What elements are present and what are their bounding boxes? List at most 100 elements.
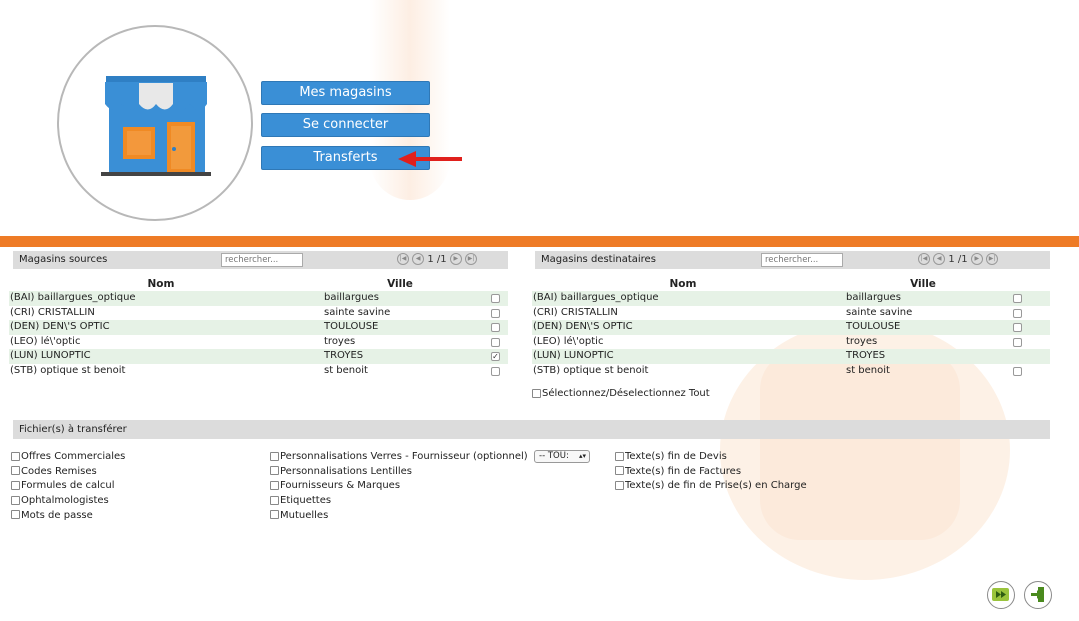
file-option-checkbox[interactable] bbox=[270, 495, 279, 505]
mes-magasins-button[interactable]: Mes magasins bbox=[261, 81, 430, 105]
file-option[interactable]: Fournisseurs & Marques bbox=[270, 479, 400, 494]
file-option-checkbox[interactable] bbox=[270, 510, 279, 520]
row-nom: (DEN) DEN\'S OPTIC bbox=[533, 321, 633, 333]
file-option-label: Fournisseurs & Marques bbox=[280, 480, 401, 492]
next-page-icon[interactable]: ▶ bbox=[449, 253, 462, 265]
row-nom: (LEO) lé\'optic bbox=[533, 335, 604, 347]
table-row: (BAI) baillargues_optique baillargues bbox=[9, 291, 508, 306]
table-row: (DEN) DEN\'S OPTIC TOULOUSE bbox=[532, 320, 1050, 335]
file-option[interactable]: Etiquettes bbox=[270, 494, 331, 509]
last-page-icon[interactable]: ▶| bbox=[986, 253, 999, 265]
file-option-checkbox[interactable] bbox=[11, 480, 20, 490]
file-option[interactable]: Texte(s) de fin de Prise(s) en Charge bbox=[615, 479, 807, 494]
row-checkbox[interactable] bbox=[1013, 367, 1022, 376]
file-option-checkbox[interactable] bbox=[11, 495, 20, 505]
file-option[interactable]: Codes Remises bbox=[11, 465, 97, 480]
file-option-label: Texte(s) fin de Factures bbox=[625, 465, 742, 477]
exit-button[interactable] bbox=[1024, 581, 1052, 609]
row-ville: troyes bbox=[324, 335, 356, 347]
file-option-label: Formules de calcul bbox=[21, 480, 115, 492]
row-checkbox[interactable] bbox=[491, 323, 500, 333]
tous-select-value: -- TOU: bbox=[539, 451, 569, 461]
file-option[interactable]: Texte(s) fin de Factures bbox=[615, 465, 741, 480]
row-nom: (CRI) CRISTALLIN bbox=[10, 306, 95, 318]
select-arrows-icon: ▴▾ bbox=[578, 452, 586, 460]
destinations-col-nom: Nom bbox=[669, 278, 697, 290]
sources-search-input[interactable] bbox=[221, 253, 303, 267]
file-option[interactable]: Mots de passe bbox=[11, 509, 93, 524]
sources-col-nom: Nom bbox=[147, 278, 175, 290]
select-all-checkbox[interactable] bbox=[532, 388, 541, 398]
row-checkbox[interactable] bbox=[1013, 337, 1022, 347]
row-checkbox[interactable] bbox=[1013, 323, 1022, 333]
table-row: (CRI) CRISTALLIN sainte savine bbox=[9, 306, 508, 321]
file-option[interactable]: Ophtalmologistes bbox=[11, 494, 109, 509]
table-row: (BAI) baillargues_optique baillargues bbox=[532, 291, 1050, 306]
select-all-option[interactable]: Sélectionnez/Déselectionnez Tout bbox=[532, 387, 710, 402]
file-option-checkbox[interactable] bbox=[615, 466, 624, 476]
file-option[interactable]: Texte(s) fin de Devis bbox=[615, 450, 727, 465]
file-option[interactable]: Mutuelles bbox=[270, 509, 328, 524]
row-checkbox[interactable] bbox=[491, 337, 500, 347]
se-connecter-button[interactable]: Se connecter bbox=[261, 113, 430, 137]
row-ville: TOULOUSE bbox=[324, 321, 379, 333]
row-nom: (BAI) baillargues_optique bbox=[10, 292, 136, 303]
row-ville: sainte savine bbox=[846, 306, 913, 318]
table-row: (STB) optique st benoit st benoit bbox=[532, 364, 1050, 379]
file-option[interactable]: Offres Commerciales bbox=[11, 450, 125, 465]
file-option-label: Personnalisations Verres - Fournisseur (… bbox=[280, 451, 528, 462]
row-ville: st benoit bbox=[324, 365, 368, 376]
first-page-icon[interactable]: |◀ bbox=[918, 253, 930, 265]
file-option-checkbox[interactable] bbox=[11, 451, 20, 461]
table-row: (LEO) lé\'optic troyes bbox=[532, 335, 1050, 350]
shop-logo bbox=[57, 25, 253, 221]
last-page-icon[interactable]: ▶| bbox=[465, 253, 478, 265]
row-checkbox[interactable] bbox=[491, 308, 500, 318]
sources-col-ville: Ville bbox=[387, 278, 413, 290]
tous-select[interactable]: -- TOU: ▴▾ bbox=[534, 450, 590, 463]
row-ville: sainte savine bbox=[324, 306, 391, 318]
next-page-icon[interactable]: ▶ bbox=[970, 253, 983, 265]
row-checkbox[interactable] bbox=[491, 367, 500, 376]
shop-icon bbox=[101, 76, 211, 176]
file-option[interactable]: Formules de calcul bbox=[11, 479, 115, 494]
file-option-checkbox[interactable] bbox=[615, 451, 624, 461]
table-row: (STB) optique st benoit st benoit bbox=[9, 364, 508, 379]
transfer-button[interactable] bbox=[987, 581, 1015, 609]
file-option-checkbox[interactable] bbox=[270, 480, 279, 490]
transfer-icon bbox=[992, 588, 1009, 601]
file-option[interactable]: Personnalisations Lentilles bbox=[270, 465, 412, 480]
row-checkbox[interactable] bbox=[1013, 294, 1022, 303]
table-row: (DEN) DEN\'S OPTIC TOULOUSE bbox=[9, 320, 508, 335]
destinations-col-ville: Ville bbox=[910, 278, 936, 290]
row-checkbox[interactable] bbox=[1013, 308, 1022, 318]
file-option-checkbox[interactable] bbox=[270, 466, 279, 476]
file-option-label: Personnalisations Lentilles bbox=[280, 465, 413, 477]
row-checkbox[interactable] bbox=[491, 294, 500, 303]
file-option-label: Texte(s) de fin de Prise(s) en Charge bbox=[625, 480, 807, 492]
orange-divider-bar bbox=[0, 236, 1079, 247]
file-option-checkbox[interactable] bbox=[270, 451, 279, 461]
first-page-icon[interactable]: |◀ bbox=[397, 253, 409, 265]
exit-icon bbox=[1031, 587, 1044, 602]
files-panel-header: Fichier(s) à transférer bbox=[13, 420, 1050, 439]
files-title: Fichier(s) à transférer bbox=[19, 424, 127, 435]
file-option-checkbox[interactable] bbox=[11, 466, 20, 476]
file-option-checkbox[interactable] bbox=[615, 480, 624, 490]
row-ville: TROYES bbox=[324, 350, 364, 362]
select-all-label: Sélectionnez/Déselectionnez Tout bbox=[542, 388, 710, 399]
file-option-label: Codes Remises bbox=[21, 465, 97, 477]
file-option-label: Mots de passe bbox=[21, 509, 93, 521]
file-option-label: Mutuelles bbox=[280, 509, 329, 521]
row-checkbox[interactable]: ✓ bbox=[491, 352, 500, 362]
destinations-search-input[interactable] bbox=[761, 253, 843, 267]
table-row: (LEO) lé\'optic troyes bbox=[9, 335, 508, 350]
file-option[interactable]: Personnalisations Verres - Fournisseur (… bbox=[270, 450, 528, 465]
prev-page-icon[interactable]: ◀ bbox=[412, 253, 425, 265]
sources-title: Magasins sources bbox=[19, 254, 108, 265]
file-option-checkbox[interactable] bbox=[11, 510, 20, 520]
row-nom: (STB) optique st benoit bbox=[10, 365, 126, 376]
row-nom: (LUN) LUNOPTIC bbox=[10, 350, 91, 362]
row-nom: (LUN) LUNOPTIC bbox=[533, 350, 614, 362]
prev-page-icon[interactable]: ◀ bbox=[933, 253, 946, 265]
